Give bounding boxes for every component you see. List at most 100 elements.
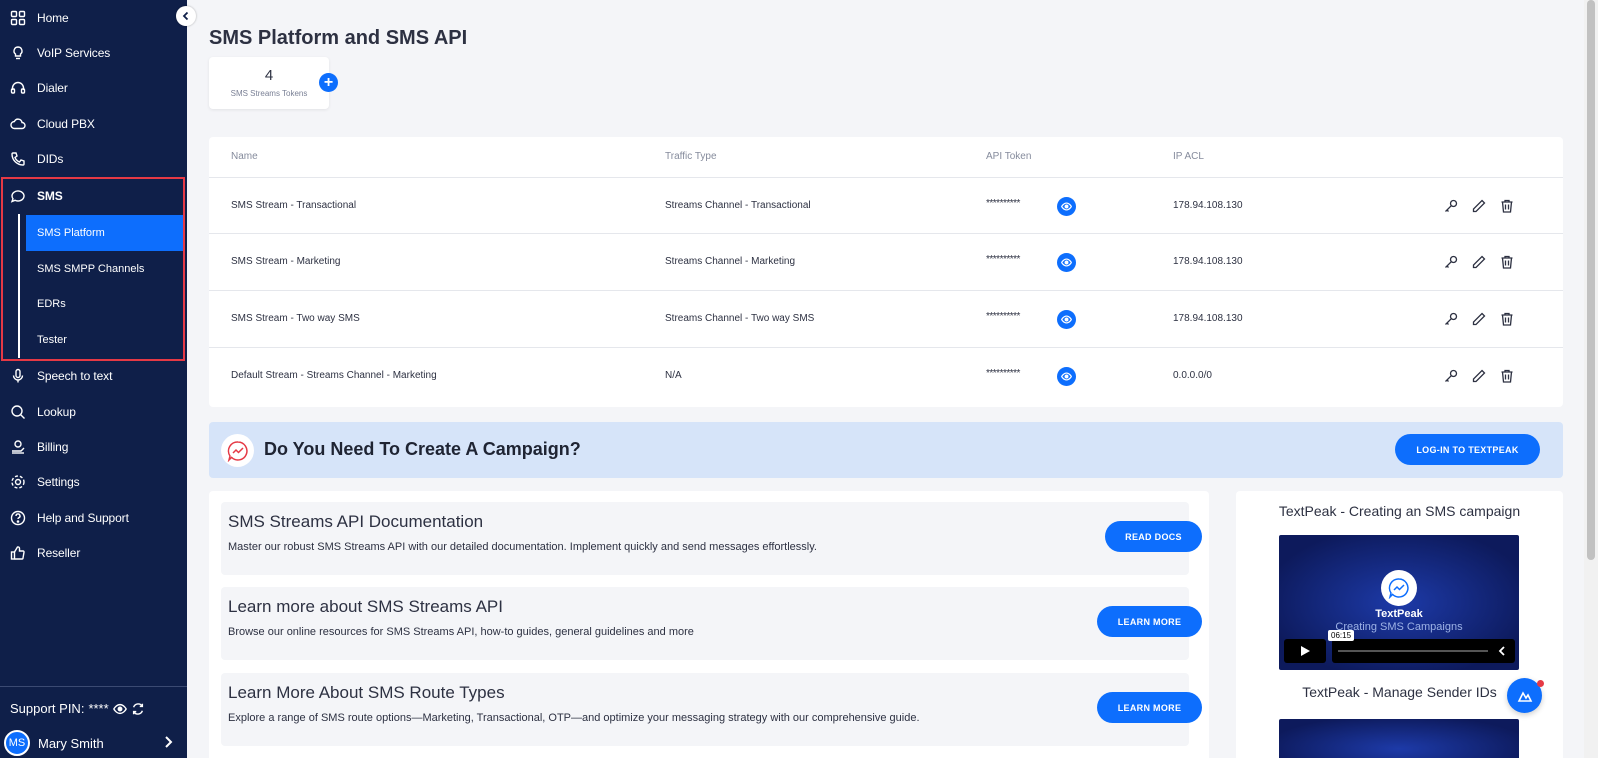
show-token-button[interactable] [1057, 197, 1076, 216]
edit-icon[interactable] [1471, 368, 1487, 384]
chart-bubble-icon [1388, 578, 1409, 599]
chat-icon [10, 190, 25, 203]
user-menu[interactable]: MS Mary Smith [4, 729, 184, 757]
page-title: SMS Platform and SMS API [209, 27, 468, 49]
sidebar-footer: Support PIN: **** MS Mary Smith [0, 686, 187, 758]
ip-acl: 0.0.0.0/0 [1173, 370, 1212, 381]
video-title: TextPeak - Creating an SMS campaign [1278, 503, 1521, 519]
sidebar-item-label: SMS [37, 189, 63, 203]
add-token-button[interactable]: + [319, 73, 338, 92]
trash-icon[interactable] [1499, 254, 1515, 270]
page-scrollbar[interactable] [1584, 0, 1598, 758]
sidebar-item-label: Reseller [37, 546, 81, 560]
traffic-type: Streams Channel - Two way SMS [665, 313, 815, 324]
trash-icon[interactable] [1499, 311, 1515, 327]
sidebar-item-home[interactable]: Home [0, 0, 187, 36]
learn-more-button[interactable]: LEARN MORE [1097, 606, 1202, 637]
show-token-button[interactable] [1057, 253, 1076, 272]
edit-icon[interactable] [1471, 311, 1487, 327]
token-count: 4 [264, 67, 274, 84]
sidebar-item-dialer[interactable]: Dialer [0, 70, 187, 106]
edit-icon[interactable] [1471, 254, 1487, 270]
table-row: SMS Stream - Two way SMS Streams Channel… [209, 290, 1563, 347]
sidebar-item-dids[interactable]: DIDs [0, 141, 187, 177]
column-header-ip-acl: IP ACL [1173, 151, 1204, 162]
sidebar-subitem-edrs[interactable]: EDRs [26, 286, 183, 322]
chart-bubble-icon [227, 440, 248, 462]
sidebar-subitem-tester[interactable]: Tester [26, 322, 183, 358]
table-row: Default Stream - Streams Channel - Marke… [209, 347, 1563, 404]
stream-name: SMS Stream - Transactional [231, 200, 357, 211]
refresh-icon[interactable] [131, 702, 145, 716]
login-textpeak-button[interactable]: LOG-IN TO TEXTPEAK [1395, 434, 1540, 465]
stream-name: SMS Stream - Marketing [231, 256, 341, 267]
learn-more-button[interactable]: LEARN MORE [1097, 692, 1202, 723]
eye-icon [1061, 202, 1072, 211]
streams-table: Name Traffic Type API Token IP ACL SMS S… [209, 137, 1563, 407]
column-header-api-token: API Token [986, 151, 1032, 162]
column-header-name: Name [231, 151, 258, 162]
sidebar-item-settings[interactable]: Settings [0, 464, 187, 500]
sidebar-item-label: Dialer [37, 81, 68, 95]
video-brand: TextPeak [1375, 608, 1423, 620]
video-progress-bar[interactable] [1332, 639, 1515, 663]
sidebar-item-lookup[interactable]: Lookup [0, 394, 187, 430]
resource-card: Learn more about SMS Streams API Browse … [221, 587, 1202, 660]
sidebar-item-voip-services[interactable]: VoIP Services [0, 35, 187, 71]
resource-title: Learn More About SMS Route Types [228, 683, 505, 702]
show-token-button[interactable] [1057, 367, 1076, 386]
edit-icon[interactable] [1471, 198, 1487, 214]
thumbs-up-icon [10, 546, 25, 560]
eye-icon [1061, 372, 1072, 381]
chevron-left-icon[interactable] [1497, 645, 1507, 657]
sidebar-collapse-button[interactable] [176, 6, 196, 26]
video-track [1338, 650, 1488, 652]
chevron-left-icon [182, 11, 189, 21]
avatar: MS [4, 730, 30, 756]
video-player[interactable]: TextPeak Creating SMS Campaigns 06:15 [1279, 535, 1519, 670]
stream-name: SMS Stream - Two way SMS [231, 313, 360, 324]
grid-icon [10, 10, 26, 26]
main-content: SMS Platform and SMS API 4 SMS Streams T… [187, 0, 1598, 758]
sidebar-item-help-and-support[interactable]: Help and Support [0, 500, 187, 536]
chat-icon [1517, 690, 1532, 702]
sidebar-item-sms[interactable]: SMS [0, 178, 187, 214]
stream-name: Default Stream - Streams Channel - Marke… [231, 370, 437, 381]
campaign-title: Do You Need To Create A Campaign? [264, 439, 581, 459]
phone-icon [11, 152, 25, 166]
read-docs-button[interactable]: READ DOCS [1105, 521, 1202, 552]
key-icon[interactable] [1443, 254, 1459, 270]
key-icon[interactable] [1443, 311, 1459, 327]
ip-acl: 178.94.108.130 [1173, 200, 1243, 211]
scrollbar-thumb[interactable] [1587, 0, 1595, 560]
textpeak-logo [221, 434, 254, 467]
eye-icon[interactable] [112, 702, 127, 716]
ip-acl: 178.94.108.130 [1173, 313, 1243, 324]
submenu-line [18, 214, 20, 358]
api-token-masked: ********** [986, 254, 1020, 265]
sidebar-subitem-sms-platform[interactable]: SMS Platform [26, 215, 183, 251]
sidebar-item-label: Settings [37, 475, 80, 489]
sidebar-item-speech-to-text[interactable]: Speech to text [0, 358, 187, 394]
sidebar-item-billing[interactable]: Billing [0, 429, 187, 465]
trash-icon[interactable] [1499, 198, 1515, 214]
support-pin-label: Support PIN: [10, 701, 85, 716]
key-icon[interactable] [1443, 368, 1459, 384]
sidebar-item-label: Help and Support [37, 511, 129, 525]
play-button[interactable] [1284, 639, 1326, 663]
sidebar-item-cloud-pbx[interactable]: Cloud PBX [0, 106, 187, 142]
key-icon[interactable] [1443, 198, 1459, 214]
sidebar-item-label: Speech to text [37, 369, 113, 383]
headset-icon [10, 81, 26, 94]
video-duration: 06:15 [1328, 630, 1355, 641]
video-player[interactable] [1279, 719, 1519, 758]
table-row: SMS Stream - Transactional Streams Chann… [209, 177, 1563, 234]
campaign-banner: Do You Need To Create A Campaign? LOG-IN… [209, 422, 1563, 478]
resources-panel: SMS Streams API Documentation Master our… [209, 491, 1209, 758]
trash-icon[interactable] [1499, 368, 1515, 384]
ip-acl: 178.94.108.130 [1173, 256, 1243, 267]
sidebar-subitem-sms-smpp-channels[interactable]: SMS SMPP Channels [26, 251, 183, 287]
show-token-button[interactable] [1057, 310, 1076, 329]
sidebar-item-reseller[interactable]: Reseller [0, 535, 187, 571]
sidebar-item-label: Cloud PBX [37, 117, 95, 131]
